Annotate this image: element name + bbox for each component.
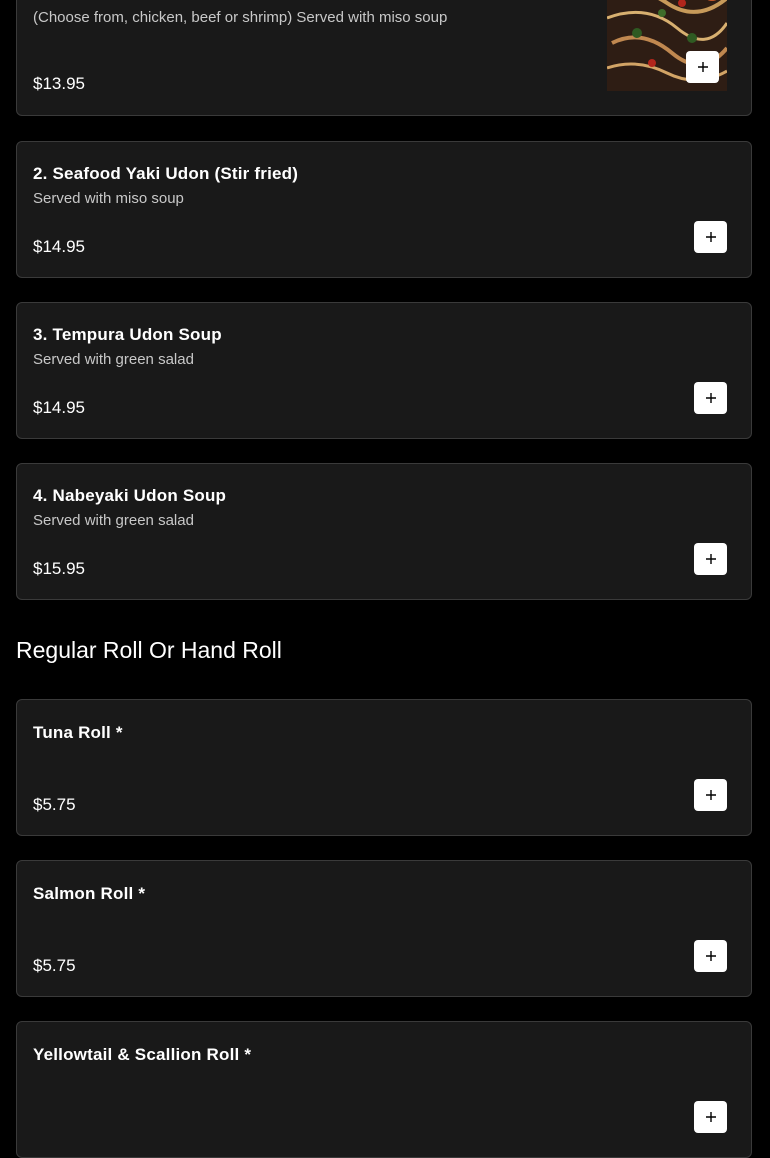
item-description: Served with miso soup [33,190,184,207]
item-name: Yellowtail & Scallion Roll * [33,1045,252,1064]
add-to-cart-button[interactable] [694,779,727,811]
menu-item-card[interactable]: 3. Tempura Udon Soup Served with green s… [16,302,752,439]
menu-item-card[interactable]: 4. Nabeyaki Udon Soup Served with green … [16,463,752,600]
item-name: Tuna Roll * [33,723,123,742]
item-price: $15.95 [33,559,85,578]
item-price: $13.95 [33,74,85,93]
plus-icon [705,232,716,242]
item-price: $14.95 [33,237,85,256]
add-to-cart-button[interactable] [694,221,727,253]
item-name: 3. Tempura Udon Soup [33,325,222,344]
add-to-cart-button[interactable] [694,543,727,575]
item-name: Salmon Roll * [33,884,146,903]
add-to-cart-button[interactable] [686,51,719,83]
plus-icon [705,554,716,564]
menu-item-card[interactable]: Tuna Roll * $5.75 [16,699,752,836]
add-to-cart-button[interactable] [694,940,727,972]
add-to-cart-button[interactable] [694,382,727,414]
menu-item-card[interactable]: 2. Seafood Yaki Udon (Stir fried) Served… [16,141,752,278]
menu-item-card[interactable]: Salmon Roll * $5.75 [16,860,752,997]
menu-item-card[interactable]: Yellowtail & Scallion Roll * [16,1021,752,1158]
item-description: Served with green salad [33,351,194,368]
plus-icon [697,62,708,72]
item-description: (Choose from, chicken, beef or shrimp) S… [33,9,448,26]
item-photo [607,0,727,91]
plus-icon [705,951,716,961]
menu-item-card[interactable]: (Choose from, chicken, beef or shrimp) S… [16,0,752,116]
plus-icon [705,1112,716,1122]
item-name: 4. Nabeyaki Udon Soup [33,486,227,505]
item-price: $14.95 [33,398,85,417]
plus-icon [705,790,716,800]
item-name: 2. Seafood Yaki Udon (Stir fried) [33,164,299,183]
section-title: Regular Roll Or Hand Roll [16,637,282,663]
item-price: $5.75 [33,795,76,814]
add-to-cart-button[interactable] [694,1101,727,1133]
item-price: $5.75 [33,956,76,975]
plus-icon [705,393,716,403]
item-description: Served with green salad [33,512,194,529]
